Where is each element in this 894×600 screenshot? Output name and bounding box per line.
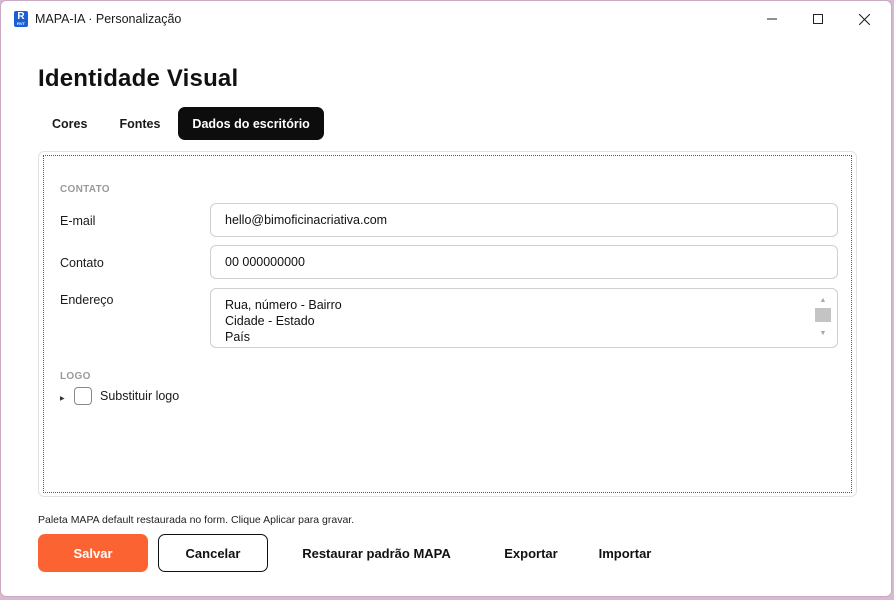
save-button[interactable]: Salvar <box>38 534 148 572</box>
close-button[interactable] <box>841 1 887 37</box>
email-field[interactable]: hello@bimoficinacriativa.com <box>210 203 838 237</box>
address-line: Cidade - Estado <box>225 314 315 328</box>
tab-office-data[interactable]: Dados do escritório <box>178 107 324 140</box>
close-icon <box>858 13 870 25</box>
cancel-button[interactable]: Cancelar <box>158 534 268 572</box>
address-lines: Rua, número - Bairro Cidade - Estado Paí… <box>225 297 342 345</box>
contact-section-label: CONTATO <box>60 184 110 195</box>
email-label: E-mail <box>60 214 96 228</box>
scroll-up-icon[interactable]: ▲ <box>815 293 831 307</box>
address-line: País <box>225 330 251 344</box>
phone-label: Contato <box>60 256 104 270</box>
maximize-icon <box>813 14 823 24</box>
email-value: hello@bimoficinacriativa.com <box>225 213 388 227</box>
export-button[interactable]: Exportar <box>495 534 567 572</box>
address-scrollbar[interactable]: ▲ ▼ <box>815 293 831 343</box>
revit-app-icon: R RVT <box>14 11 28 27</box>
address-textarea[interactable]: Rua, número - Bairro Cidade - Estado Paí… <box>210 288 838 348</box>
title-bar: R RVT MAPA-IA · Personalização <box>1 1 891 37</box>
scroll-down-icon[interactable]: ▼ <box>815 326 831 340</box>
scroll-thumb[interactable] <box>815 308 831 322</box>
office-data-panel: CONTATO E-mail hello@bimoficinacriativa.… <box>38 151 857 497</box>
tab-colors[interactable]: Cores <box>38 107 101 140</box>
minimize-icon <box>767 18 777 20</box>
phone-value: 00 000000000 <box>225 255 305 269</box>
tab-fonts[interactable]: Fontes <box>105 107 174 140</box>
phone-field[interactable]: 00 000000000 <box>210 245 838 279</box>
page-title: Identidade Visual <box>38 65 239 92</box>
address-line: Rua, número - Bairro <box>225 298 342 312</box>
replace-logo-label[interactable]: Substituir logo <box>100 389 179 403</box>
address-label: Endereço <box>60 293 114 307</box>
replace-logo-checkbox[interactable] <box>74 387 92 405</box>
replace-logo-row: ▶ Substituir logo <box>60 387 179 405</box>
minimize-button[interactable] <box>749 1 795 37</box>
import-button[interactable]: Importar <box>589 534 661 572</box>
expand-arrow-icon[interactable]: ▶ <box>60 395 74 402</box>
window-title: MAPA-IA · Personalização <box>35 12 182 26</box>
settings-window: R RVT MAPA-IA · Personalização Identidad… <box>0 0 892 597</box>
maximize-button[interactable] <box>795 1 841 37</box>
tab-bar: Cores Fontes Dados do escritório <box>38 107 328 140</box>
office-data-form: CONTATO E-mail hello@bimoficinacriativa.… <box>43 155 852 493</box>
status-message: Paleta MAPA default restaurada no form. … <box>38 514 355 526</box>
logo-section-label: LOGO <box>60 371 91 382</box>
restore-default-button[interactable]: Restaurar padrão MAPA <box>294 534 459 572</box>
